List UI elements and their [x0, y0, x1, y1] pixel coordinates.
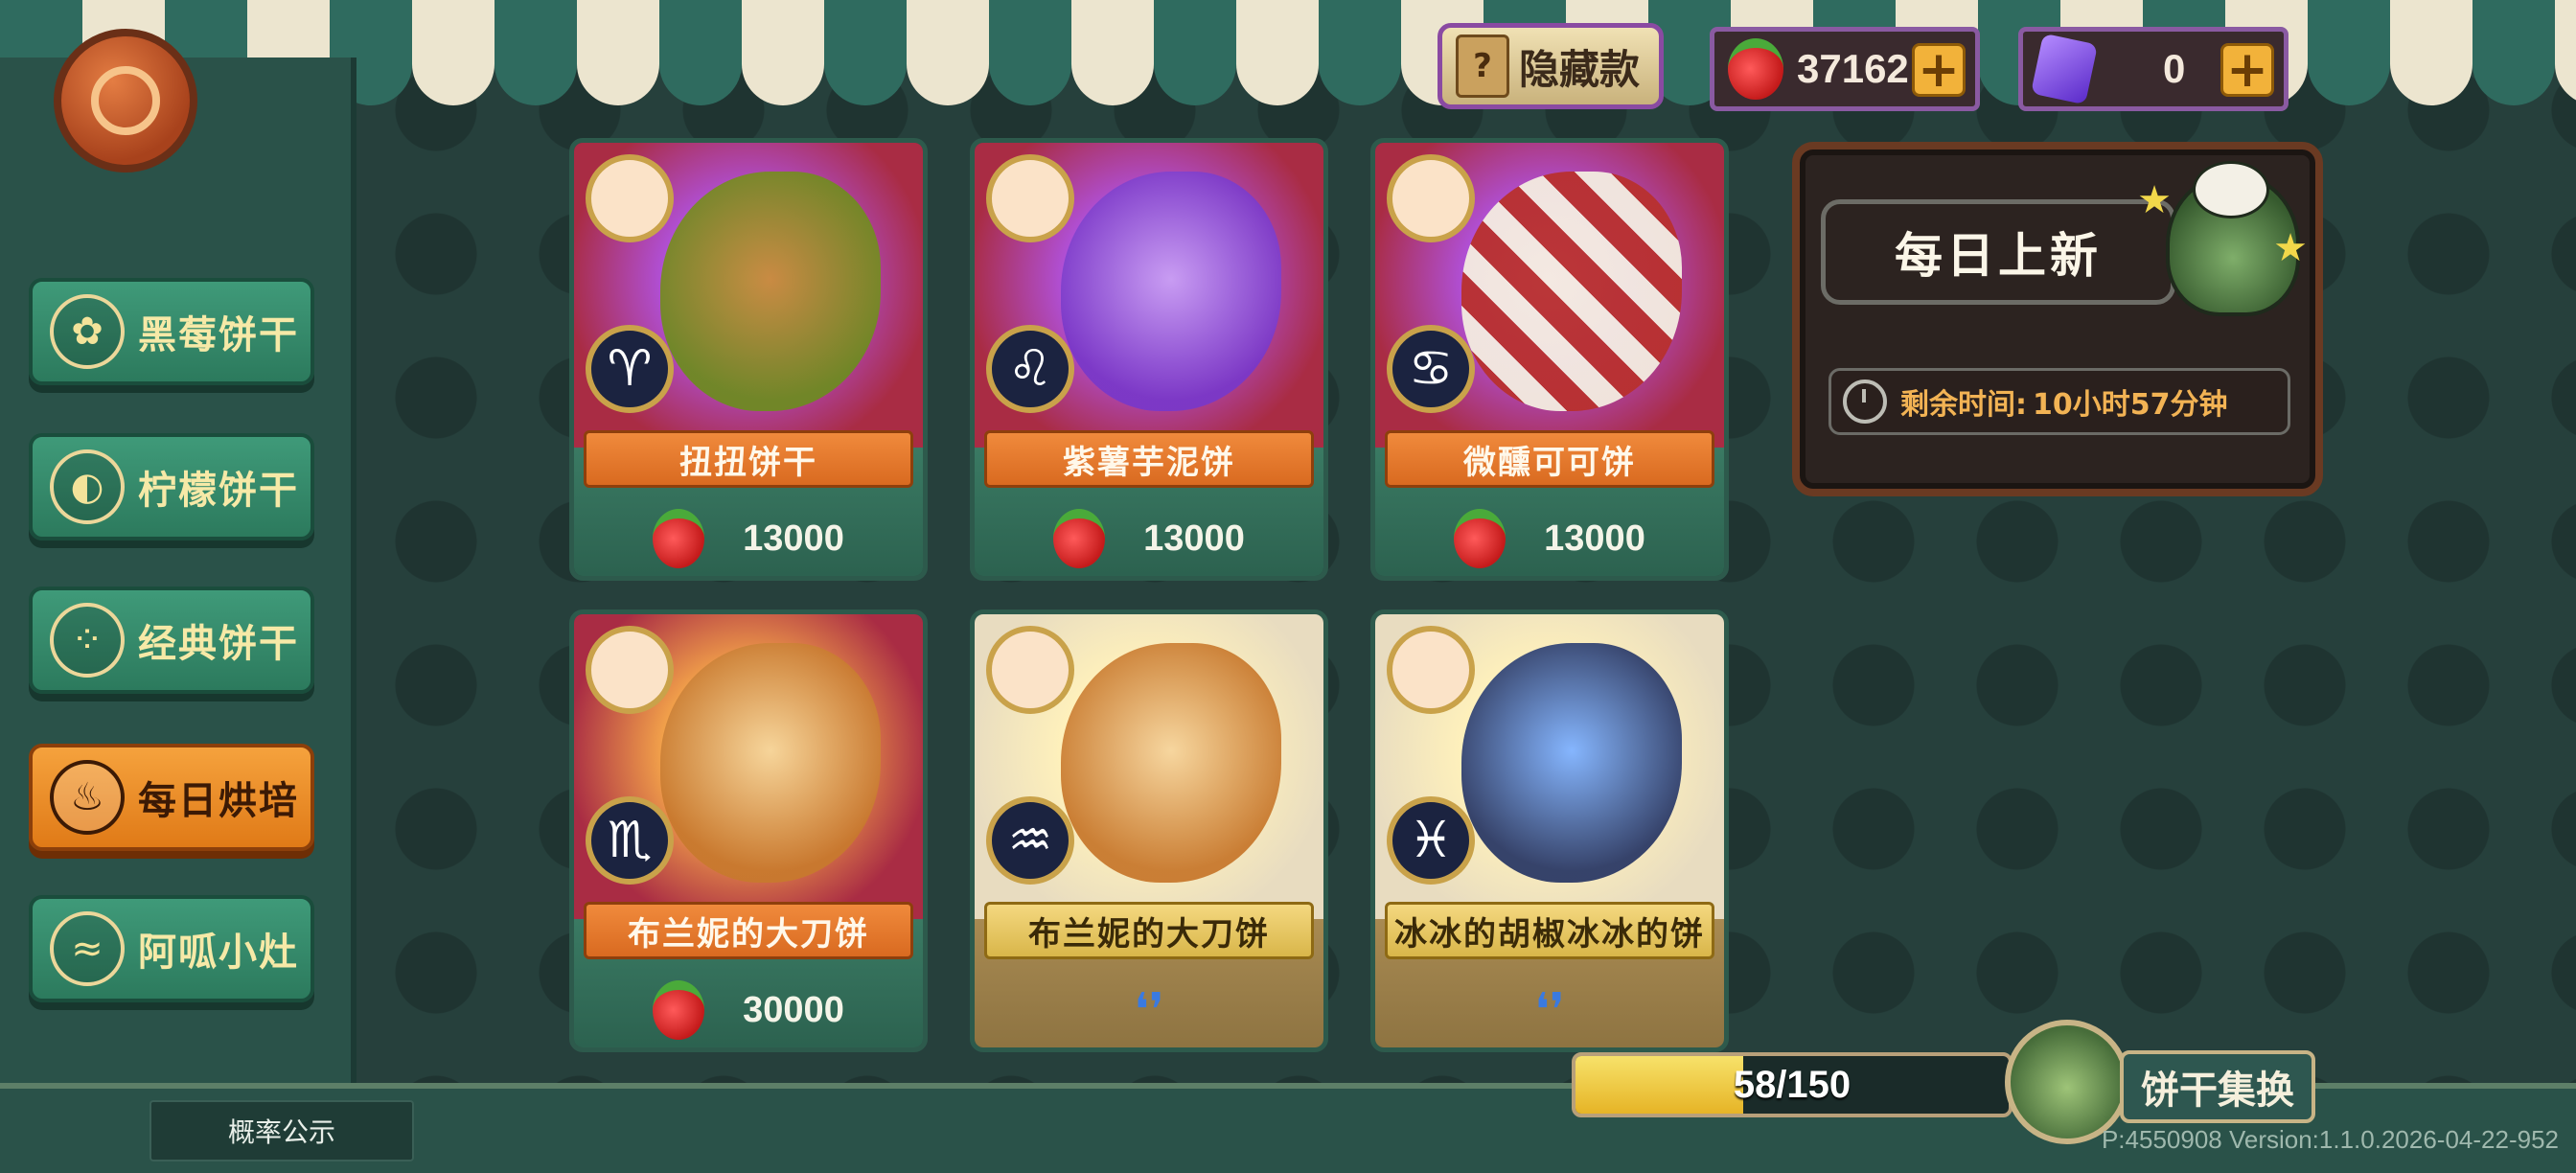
cookie-exchange-button[interactable]: 饼干集换 [2120, 1050, 2315, 1123]
strawberry-icon [1728, 38, 1783, 100]
strawberry-count: 37162 [1797, 46, 1909, 91]
chef-hat-icon [2193, 161, 2269, 218]
star-icon: ★ [2273, 226, 2308, 270]
price-value: 13000 [1544, 518, 1645, 559]
cookie-item-image [1461, 643, 1682, 883]
daily-new-panel: 每日上新 ★ ★ 剩余时间: 10小时57分钟 [1792, 142, 2323, 496]
cookie-card[interactable]: ♓ 冰冰的胡椒冰冰的饼 ❛❜ [1370, 610, 1729, 1052]
card-name: 冰冰的胡椒冰冰的饼 [1385, 902, 1714, 959]
probability-button[interactable]: 概率公示 [150, 1100, 414, 1162]
card-name: 扭扭饼干 [584, 430, 913, 488]
cookie-item-image [1061, 172, 1281, 411]
character-avatar [1387, 626, 1475, 714]
strawberry-icon [653, 980, 705, 1040]
back-logo-button[interactable] [54, 29, 197, 172]
price-value: 30000 [743, 989, 844, 1030]
star-icon: ★ [2137, 178, 2172, 222]
cookie-card[interactable]: ♈ 扭扭饼干 13000 [569, 138, 928, 581]
cookie-card[interactable]: ♒ 布兰妮的大刀饼 ❛❜ [970, 610, 1328, 1052]
strawberry-icon [1454, 509, 1506, 568]
strawberry-icon [1053, 509, 1106, 568]
hidden-items-label: 隐藏款 [1519, 45, 1641, 93]
card-price: 13000 [574, 505, 923, 572]
version-text: P:4550908 Version:1.1.0.2026-04-22-952 [2101, 1125, 2559, 1154]
strawberry-icon [653, 509, 705, 568]
character-avatar [1387, 154, 1475, 242]
add-gem-button[interactable]: + [2220, 43, 2274, 97]
mystery-card-icon: ? [1456, 34, 1509, 98]
hidden-items-button[interactable]: ? 隐藏款 [1438, 23, 1664, 109]
card-price: 13000 [1375, 505, 1724, 572]
card-name: 布兰妮的大刀饼 [584, 902, 913, 959]
gem-currency: 0 + [2018, 27, 2288, 111]
character-avatar [586, 154, 674, 242]
sidebar-item-label: 经典饼干 [138, 622, 299, 666]
card-name: 微醺可可饼 [1385, 430, 1714, 488]
character-avatar [986, 626, 1074, 714]
card-price: 13000 [975, 505, 1323, 572]
zodiac-aries-icon: ♈ [586, 325, 674, 413]
card-name: 布兰妮的大刀饼 [984, 902, 1314, 959]
add-strawberry-button[interactable]: + [1912, 43, 1966, 97]
sidebar-item-stove[interactable]: ≈ 阿呱小灶 [29, 895, 314, 1002]
remaining-timer: 剩余时间: 10小时57分钟 [1828, 368, 2290, 435]
sidebar-item-daily-bake[interactable]: ♨ 每日烘培 [29, 744, 314, 851]
character-avatar [586, 626, 674, 714]
price-value: 13000 [743, 518, 844, 559]
strawberry-currency: 37162 + [1710, 27, 1980, 111]
progress-text: 58/150 [1733, 1063, 1852, 1106]
cookie-icon: ⁘ [50, 603, 125, 678]
cookie-item-image [660, 172, 881, 411]
timer-value: 10小时57分钟 [2033, 388, 2228, 422]
timer-label: 剩余时间: [1900, 388, 2027, 422]
cookie-item-image [660, 643, 881, 883]
lemon-icon: ◐ [50, 449, 125, 524]
cookie-item-image [1061, 643, 1281, 883]
zodiac-aquarius-icon: ♒ [986, 796, 1074, 885]
card-name: 紫薯芋泥饼 [984, 430, 1314, 488]
cookie-card[interactable]: ♋ 微醺可可饼 13000 [1370, 138, 1729, 581]
card-price: 30000 [574, 977, 923, 1044]
sidebar-item-blackberry[interactable]: ✿ 黑莓饼干 [29, 278, 314, 385]
duck-emblem-icon [91, 66, 160, 135]
paw-print-icon: ❛❜ [1534, 983, 1565, 1037]
sidebar-item-classic[interactable]: ⁘ 经典饼干 [29, 586, 314, 694]
sidebar-item-label: 阿呱小灶 [138, 931, 299, 975]
zodiac-pisces-icon: ♓ [1387, 796, 1475, 885]
daily-new-title: 每日上新 [1821, 199, 2175, 305]
bread-icon: ♨ [50, 760, 125, 835]
zodiac-cancer-icon: ♋ [1387, 325, 1475, 413]
cookie-card[interactable]: ♏ 布兰妮的大刀饼 30000 [569, 610, 928, 1052]
cookie-item-image [1461, 172, 1682, 411]
gem-icon [2030, 33, 2099, 105]
zodiac-leo-icon: ♌ [986, 325, 1074, 413]
stove-icon: ≈ [50, 911, 125, 986]
collection-progress: 58/150 [1572, 1052, 2012, 1117]
clock-icon [1843, 380, 1887, 424]
sidebar-item-lemon[interactable]: ◐ 柠檬饼干 [29, 433, 314, 540]
sidebar-item-label: 每日烘培 [138, 779, 299, 823]
character-avatar [986, 154, 1074, 242]
card-owned: ❛❜ [975, 977, 1323, 1044]
cookie-card[interactable]: ♌ 紫薯芋泥饼 13000 [970, 138, 1328, 581]
paw-print-icon: ❛❜ [1134, 983, 1164, 1037]
blackberry-icon: ✿ [50, 294, 125, 369]
sidebar-item-label: 柠檬饼干 [138, 469, 299, 513]
cookie-exchange[interactable]: 饼干集换 [2005, 1020, 2323, 1144]
card-owned: ❛❜ [1375, 977, 1724, 1044]
gem-count: 0 [2163, 46, 2186, 91]
sidebar-item-label: 黑莓饼干 [138, 313, 299, 357]
price-value: 13000 [1143, 518, 1245, 559]
zodiac-scorpio-icon: ♏ [586, 796, 674, 885]
